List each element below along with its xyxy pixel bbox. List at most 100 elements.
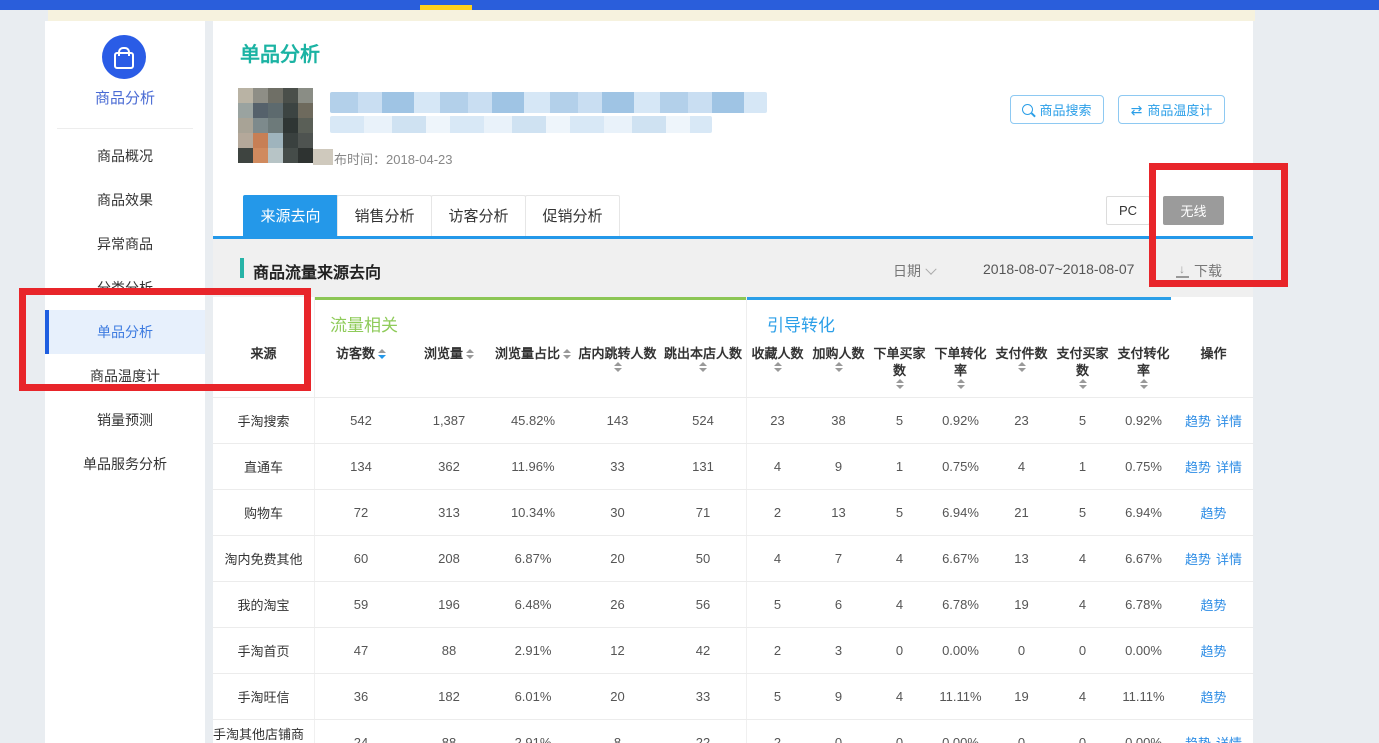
table-header: 流量相关 引导转化 来源 访客数浏览量浏览量占比店内跳转人数跳出本店人数收藏人数…: [213, 297, 1253, 397]
sidebar-item-category-analysis[interactable]: 分类分析: [45, 266, 205, 310]
column-header[interactable]: 浏览量: [407, 297, 491, 397]
sidebar-item-product-thermometer[interactable]: 商品温度计: [45, 354, 205, 398]
value-cell: 23: [747, 398, 808, 443]
trend-link[interactable]: 趋势: [1185, 549, 1211, 568]
actions-cell: 趋势: [1174, 490, 1253, 535]
column-header[interactable]: 支付转化率: [1113, 297, 1174, 397]
download-icon: [1176, 264, 1189, 278]
sort-icon[interactable]: [378, 349, 386, 359]
detail-link[interactable]: 详情: [1216, 411, 1242, 430]
sidebar-item-sales-forecast[interactable]: 销量预测: [45, 398, 205, 442]
trend-link[interactable]: 趋势: [1200, 641, 1226, 660]
column-header[interactable]: 收藏人数: [747, 297, 808, 397]
download-label: 下载: [1194, 261, 1222, 281]
value-cell: 0: [1052, 720, 1113, 743]
column-header[interactable]: 下单买家数: [869, 297, 930, 397]
sort-icon[interactable]: [835, 362, 843, 372]
value-cell: 20: [575, 674, 660, 719]
sort-icon[interactable]: [563, 349, 571, 359]
trend-link[interactable]: 趋势: [1185, 457, 1211, 476]
value-cell: 362: [407, 444, 491, 489]
tab-promotion-analysis[interactable]: 促销分析: [525, 195, 620, 236]
value-cell: 13: [991, 536, 1052, 581]
column-header-label: 支付转化率: [1113, 345, 1174, 379]
actions-cell: 趋势详情: [1174, 444, 1253, 489]
column-header[interactable]: 浏览量占比: [491, 297, 575, 397]
column-header-source: 来源: [213, 297, 315, 397]
value-cell: 0: [869, 628, 930, 673]
value-cell: 7: [808, 536, 869, 581]
value-cell: 88: [407, 628, 491, 673]
publish-time: 布时间：2018-04-23: [334, 149, 453, 168]
table-row: 我的淘宝591966.48%26565646.78%1946.78%趋势: [213, 581, 1253, 627]
sort-icon[interactable]: [1018, 362, 1026, 372]
value-cell: 11.11%: [1113, 674, 1174, 719]
device-toggle-wireless[interactable]: 无线: [1163, 196, 1224, 225]
value-cell: 542: [315, 398, 407, 443]
sidebar-item-single-product-service[interactable]: 单品服务分析: [45, 442, 205, 486]
product-thermometer-button[interactable]: ⇄ 商品温度计: [1118, 95, 1225, 124]
browser-top-bar: [0, 0, 1379, 10]
download-button[interactable]: 下载: [1176, 261, 1222, 281]
column-header-label: 店内跳转人数: [578, 345, 656, 362]
value-cell: 36: [315, 674, 407, 719]
detail-link[interactable]: 详情: [1216, 457, 1242, 476]
date-dropdown[interactable]: 日期: [893, 261, 935, 281]
column-header[interactable]: 支付买家数: [1052, 297, 1113, 397]
value-cell: 0.92%: [930, 398, 991, 443]
column-header[interactable]: 店内跳转人数: [575, 297, 660, 397]
tab-source-destination[interactable]: 来源去向: [243, 195, 338, 236]
sidebar-item-product-overview[interactable]: 商品概况: [45, 134, 205, 178]
value-cell: 8: [575, 720, 660, 743]
value-cell: 33: [660, 674, 747, 719]
section-accent-bar: [240, 258, 244, 278]
trend-link[interactable]: 趋势: [1200, 687, 1226, 706]
sort-icon[interactable]: [1140, 379, 1148, 389]
sort-icon[interactable]: [699, 362, 707, 372]
detail-link[interactable]: 详情: [1216, 549, 1242, 568]
value-cell: 131: [660, 444, 747, 489]
tab-sales-analysis[interactable]: 销售分析: [337, 195, 432, 236]
detail-link[interactable]: 详情: [1216, 733, 1242, 743]
value-cell: 9: [808, 674, 869, 719]
value-cell: 4: [1052, 536, 1113, 581]
column-header-label: 收藏人数: [751, 345, 803, 362]
column-header-label: 访客数: [336, 345, 375, 362]
column-header[interactable]: 支付件数: [991, 297, 1052, 397]
device-toggle-pc[interactable]: PC: [1106, 196, 1150, 225]
value-cell: 134: [315, 444, 407, 489]
sort-icon[interactable]: [466, 349, 474, 359]
date-range: 2018-08-07~2018-08-07: [983, 261, 1134, 277]
sort-icon[interactable]: [614, 362, 622, 372]
column-header[interactable]: 加购人数: [808, 297, 869, 397]
value-cell: 6.67%: [930, 536, 991, 581]
sidebar-item-product-effect[interactable]: 商品效果: [45, 178, 205, 222]
sort-icon[interactable]: [1079, 379, 1087, 389]
column-header[interactable]: 访客数: [315, 297, 407, 397]
product-search-button[interactable]: 商品搜索: [1010, 95, 1104, 124]
main-panel: 单品分析 布时间：2018-04-23 商品搜索 ⇄ 商品温度计 来源去向 销售…: [213, 21, 1253, 743]
value-cell: 19: [991, 582, 1052, 627]
tab-visitor-analysis[interactable]: 访客分析: [431, 195, 526, 236]
sort-icon[interactable]: [957, 379, 965, 389]
value-cell: 0.00%: [930, 720, 991, 743]
sort-icon[interactable]: [774, 362, 782, 372]
value-cell: 0.00%: [930, 628, 991, 673]
sidebar-item-abnormal-products[interactable]: 异常商品: [45, 222, 205, 266]
value-cell: 6.67%: [1113, 536, 1174, 581]
trend-link[interactable]: 趋势: [1200, 503, 1226, 522]
search-icon: [1022, 104, 1033, 115]
value-cell: 182: [407, 674, 491, 719]
value-cell: 1: [1052, 444, 1113, 489]
source-cell: 手淘旺信: [213, 674, 315, 719]
column-header[interactable]: 下单转化率: [930, 297, 991, 397]
value-cell: 11.11%: [930, 674, 991, 719]
trend-link[interactable]: 趋势: [1200, 595, 1226, 614]
trend-link[interactable]: 趋势: [1185, 411, 1211, 430]
sidebar-item-single-product-analysis[interactable]: 单品分析: [45, 310, 205, 354]
value-cell: 20: [575, 536, 660, 581]
sort-icon[interactable]: [896, 379, 904, 389]
source-cell: 淘内免费其他: [213, 536, 315, 581]
trend-link[interactable]: 趋势: [1185, 733, 1211, 743]
column-header[interactable]: 跳出本店人数: [660, 297, 747, 397]
